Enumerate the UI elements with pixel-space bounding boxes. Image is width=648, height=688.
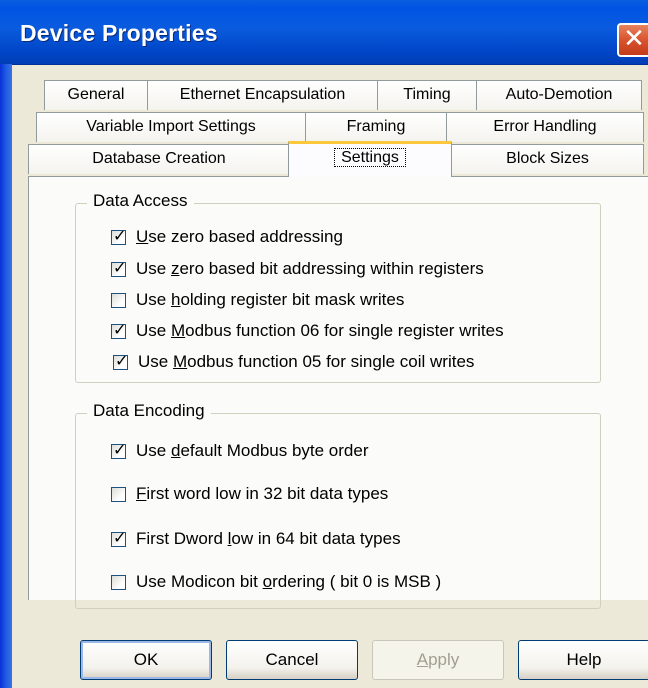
settings-panel: Data Access Use zero based addressing Us… — [28, 176, 648, 609]
tab-framing[interactable]: Framing — [305, 112, 447, 142]
cancel-button[interactable]: Cancel — [226, 640, 358, 680]
apply-button[interactable]: Apply — [372, 640, 504, 680]
tab-auto-demotion[interactable]: Auto-Demotion — [476, 80, 642, 110]
tab-general[interactable]: General — [44, 80, 148, 110]
checkbox-label: Use holding register bit mask writes — [136, 290, 405, 309]
help-button-label: Help — [566, 650, 602, 669]
checkbox-row-modbus-function-05[interactable]: Use Modbus function 05 for single coil w… — [113, 350, 474, 374]
checkbox-label: Use Modbus function 06 for single regist… — [136, 321, 504, 340]
cancel-button-label: Cancel — [265, 650, 319, 669]
tab-label: Timing — [403, 86, 451, 103]
tab-timing[interactable]: Timing — [377, 80, 477, 110]
tab-label: General — [67, 86, 125, 103]
checkbox-row-first-word-low[interactable]: First word low in 32 bit data types — [111, 482, 388, 506]
tab-label: Framing — [346, 118, 406, 135]
window-title: Device Properties — [20, 20, 218, 46]
tab-label: Ethernet Encapsulation — [179, 86, 346, 103]
checkbox[interactable] — [111, 292, 126, 308]
tab-label: Settings — [334, 148, 406, 167]
checkbox-row-zero-based-bit-addressing[interactable]: Use zero based bit addressing within reg… — [111, 257, 484, 281]
tab-settings[interactable]: Settings — [288, 141, 452, 177]
tab-database-creation[interactable]: Database Creation — [28, 144, 290, 174]
help-button[interactable]: Help — [518, 640, 648, 680]
ok-button-label: OK — [133, 650, 159, 669]
close-button[interactable]: ✕ — [617, 23, 648, 57]
tab-ethernet-encapsulation[interactable]: Ethernet Encapsulation — [147, 80, 378, 110]
data-encoding-legend: Data Encoding — [87, 401, 211, 421]
tab-label: Variable Import Settings — [86, 118, 256, 135]
apply-button-label: Apply — [416, 650, 460, 669]
checkbox-label: Use default Modbus byte order — [136, 441, 369, 460]
tab-label: Auto-Demotion — [505, 86, 613, 103]
checkbox[interactable] — [111, 226, 126, 245]
checkbox-label: Use zero based addressing — [136, 227, 343, 246]
tab-error-handling[interactable]: Error Handling — [446, 112, 644, 142]
checkbox[interactable] — [111, 320, 126, 339]
checkbox[interactable] — [111, 528, 126, 547]
checkbox-row-modbus-function-06[interactable]: Use Modbus function 06 for single regist… — [111, 319, 504, 343]
data-access-legend: Data Access — [87, 191, 194, 211]
tab-label: Block Sizes — [506, 150, 589, 167]
checkbox-label: Use zero based bit addressing within reg… — [136, 259, 484, 278]
tab-variable-import-settings[interactable]: Variable Import Settings — [36, 112, 306, 142]
title-bar: Device Properties ✕ — [0, 0, 648, 65]
checkbox-row-zero-based-addressing[interactable]: Use zero based addressing — [111, 225, 343, 249]
checkbox[interactable] — [111, 486, 126, 502]
tab-label: Error Handling — [493, 118, 597, 135]
checkbox[interactable] — [111, 574, 126, 590]
tab-block-sizes[interactable]: Block Sizes — [451, 144, 644, 174]
checkbox-row-holding-register-bit-mask[interactable]: Use holding register bit mask writes — [111, 288, 404, 312]
checkbox-row-modicon-bit-ordering[interactable]: Use Modicon bit ordering ( bit 0 is MSB … — [111, 570, 441, 594]
tab-label: Database Creation — [92, 150, 226, 167]
checkbox-label: First Dword low in 64 bit data types — [136, 529, 401, 548]
ok-button[interactable]: OK — [80, 640, 212, 680]
checkbox-label: Use Modicon bit ordering ( bit 0 is MSB … — [136, 572, 442, 591]
checkbox[interactable] — [111, 258, 126, 277]
checkbox[interactable] — [111, 440, 126, 459]
checkbox[interactable] — [113, 351, 128, 370]
window-frame-left — [0, 64, 12, 688]
checkbox-label: Use Modbus function 05 for single coil w… — [138, 352, 475, 371]
close-icon: ✕ — [623, 24, 645, 54]
checkbox-label: First word low in 32 bit data types — [136, 484, 389, 503]
checkbox-row-default-byte-order[interactable]: Use default Modbus byte order — [111, 439, 369, 463]
checkbox-row-first-dword-low[interactable]: First Dword low in 64 bit data types — [111, 527, 401, 551]
